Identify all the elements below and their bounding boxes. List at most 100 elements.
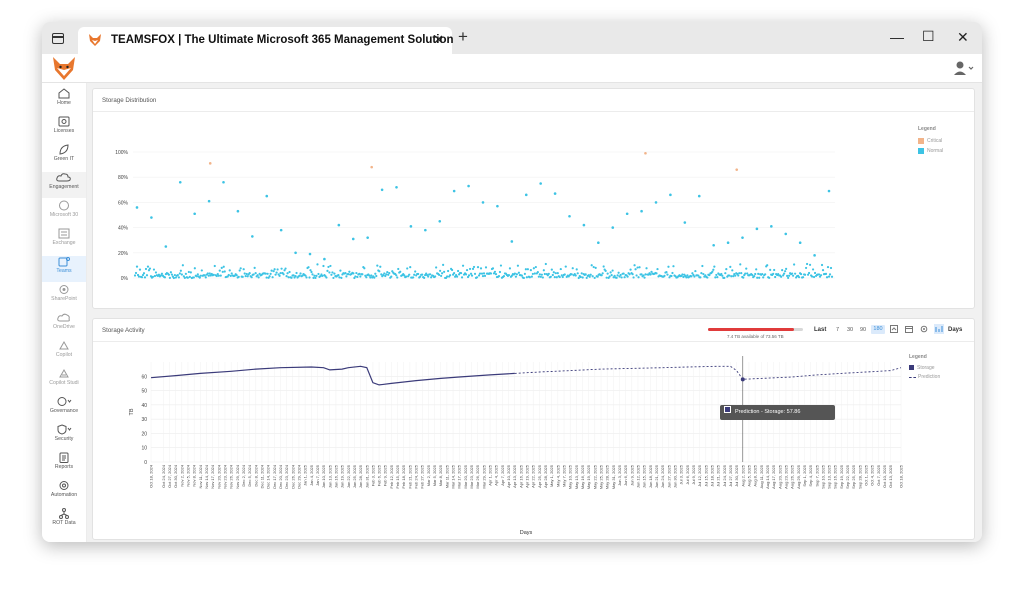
new-tab-button[interactable]: +	[458, 27, 468, 47]
scatter-point-normal	[828, 273, 832, 276]
scatter-point-normal	[348, 270, 351, 273]
scatter-point-normal	[434, 275, 437, 278]
scatter-point-normal	[482, 272, 486, 275]
sidebar-item-security[interactable]: Security	[42, 424, 86, 450]
scatter-point-normal	[385, 273, 388, 276]
scatter-point-normal	[461, 264, 465, 267]
sidebar-item-onedrive[interactable]: OneDrive	[42, 312, 86, 338]
scatter-point-normal	[219, 274, 222, 277]
scatter-point-normal	[556, 271, 559, 275]
microsoft-365-icon	[59, 200, 69, 211]
legend-label-prediction[interactable]: Prediction	[918, 374, 940, 380]
scatter-point-normal	[276, 268, 279, 271]
tab-close-icon[interactable]: ✕	[433, 32, 444, 48]
scatter-point-normal	[359, 275, 362, 278]
scatter-point-normal	[808, 263, 812, 266]
sidebar-item-governance[interactable]: Governance	[42, 396, 86, 422]
scatter-point-normal	[645, 267, 648, 270]
close-window-button[interactable]: ✕	[957, 29, 969, 46]
x-tick-label: Jul 27, 2025	[728, 464, 733, 487]
sidebar-item-licenses[interactable]: Licenses	[42, 116, 86, 142]
browser-tab[interactable]: TEAMSFOX | The Ultimate Microsoft 365 Ma…	[78, 27, 454, 54]
scatter-point-normal	[250, 276, 253, 279]
scatter-point-normal	[656, 267, 659, 271]
sidebar-item-exchange[interactable]: Exchange	[42, 228, 86, 254]
sidebar-item-automation[interactable]: Automation	[42, 480, 86, 506]
scatter-point-normal	[799, 272, 803, 276]
custom-range-icon[interactable]	[890, 325, 898, 333]
sidebar-item-microsoft-365[interactable]: Microsoft 30	[42, 200, 86, 226]
range-option-30[interactable]: 30	[845, 327, 855, 333]
scatter-point-normal	[309, 269, 312, 272]
scatter-point-normal	[570, 273, 573, 276]
scatter-point-normal	[443, 270, 446, 273]
sidebar-item-copilot[interactable]: Copilot	[42, 340, 86, 366]
x-tick-label: Mar 20, 2025	[463, 464, 468, 488]
legend-label-normal[interactable]: Normal	[927, 148, 943, 154]
calendar-icon[interactable]	[905, 325, 913, 333]
gear-icon[interactable]	[920, 325, 928, 333]
scatter-point-normal	[615, 276, 618, 279]
scatter-point-normal	[611, 269, 614, 272]
scatter-point-normal	[634, 268, 637, 271]
scatter-point-normal	[230, 272, 233, 275]
scatter-point-normal	[218, 269, 221, 272]
scatter-point-normal	[740, 272, 743, 275]
x-tick-label: Sep 22, 2025	[845, 464, 850, 489]
scatter-point-normal	[203, 274, 206, 277]
scatter-point-normal	[553, 192, 557, 195]
scatter-point-normal	[507, 273, 511, 277]
scatter-point-normal	[585, 276, 588, 280]
scatter-point-normal	[601, 272, 604, 275]
x-tick-label: Dec 26, 2024	[290, 464, 295, 489]
scatter-point-normal	[446, 275, 449, 278]
sidebar-item-reports[interactable]: Reports	[42, 452, 86, 478]
scatter-point-normal	[409, 266, 412, 269]
sidebar-item-copilot-studio[interactable]: Copilot Studi	[42, 368, 86, 394]
scatter-point-normal	[321, 274, 324, 278]
x-tick-label: Apr 4, 2025	[494, 464, 499, 485]
scatter-point-normal	[152, 268, 156, 271]
scatter-point-normal	[181, 264, 184, 267]
sidebar-item-home[interactable]: Home	[42, 88, 86, 114]
scatter-point-normal	[275, 271, 278, 274]
y-tick-label: 30	[141, 417, 147, 423]
teamsfox-logo[interactable]	[51, 55, 77, 82]
scatter-point-normal	[243, 272, 246, 275]
x-tick-label: Dec 23, 2024	[284, 464, 289, 489]
legend-label-critical[interactable]: Critical	[927, 138, 942, 144]
x-tick-label: Jun 21, 2025	[654, 464, 659, 488]
chart-view-icon[interactable]	[934, 324, 944, 334]
scatter-point-normal	[654, 201, 658, 204]
minimize-button[interactable]: —	[890, 29, 904, 45]
scatter-point-normal	[438, 220, 442, 223]
sidebar-item-engagement[interactable]: Engagement	[42, 172, 86, 198]
scatter-point-normal	[508, 267, 512, 270]
scatter-point-normal	[685, 276, 688, 279]
user-avatar-icon[interactable]	[954, 60, 974, 76]
scatter-point-normal	[222, 180, 225, 184]
range-option-90[interactable]: 90	[858, 327, 868, 333]
sidebar-item-label: Home	[57, 100, 71, 106]
y-tick-label: 0	[144, 460, 147, 466]
range-option-180[interactable]: 180	[871, 325, 885, 334]
tab-actions-icon[interactable]	[52, 33, 64, 44]
range-option-7[interactable]: 7	[833, 327, 842, 333]
scatter-point-normal	[383, 272, 386, 275]
sidebar-item-green-it[interactable]: Green IT	[42, 144, 86, 170]
scatter-point-normal	[376, 264, 379, 267]
sidebar-item-teams[interactable]: Teams	[42, 256, 86, 282]
scatter-point-normal	[374, 272, 377, 275]
legend-label-storage[interactable]: Storage	[917, 365, 935, 371]
scatter-point-normal	[347, 273, 350, 276]
sidebar-item-rot-data[interactable]: ROT Data	[42, 508, 86, 534]
sidebar: Home Licenses Green IT Engagement Micros…	[42, 83, 87, 542]
y-tick-label: 80%	[118, 175, 129, 181]
scatter-point-normal	[640, 273, 643, 276]
scatter-point-normal	[294, 275, 297, 278]
scatter-point-normal	[768, 276, 771, 279]
sidebar-item-sharepoint[interactable]: SharePoint	[42, 284, 86, 310]
scatter-point-normal	[571, 267, 574, 270]
x-tick-label: Jun 15, 2025	[642, 464, 647, 488]
maximize-button[interactable]: ☐	[922, 28, 935, 45]
